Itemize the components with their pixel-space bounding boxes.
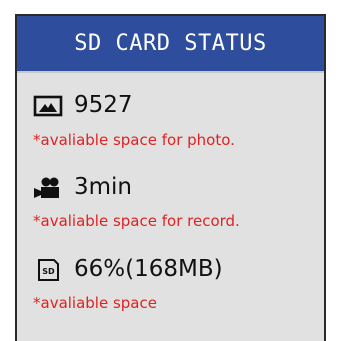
record-time-value: 3min (74, 174, 133, 200)
sd-card-status-panel: SD CARD STATUS 9527 *avaliable space for… (15, 14, 326, 341)
video-camera-icon (33, 176, 63, 200)
card-space-note: *avaliable space (33, 294, 157, 312)
photo-count-row: 9527 (17, 88, 324, 122)
photo-space-note: *avaliable space for photo. (33, 131, 235, 149)
record-time-row: 3min (17, 170, 324, 204)
card-usage-value: 66%(168MB) (74, 256, 223, 282)
record-space-note: *avaliable space for record. (33, 212, 240, 230)
photo-icon (33, 94, 63, 118)
photo-count-value: 9527 (74, 92, 133, 118)
panel-header: SD CARD STATUS (17, 16, 324, 73)
card-usage-row: SD 66%(168MB) (17, 252, 324, 286)
panel-title: SD CARD STATUS (74, 31, 267, 56)
sd-card-icon-label: SD (42, 267, 55, 276)
sd-card-icon: SD (33, 258, 63, 282)
